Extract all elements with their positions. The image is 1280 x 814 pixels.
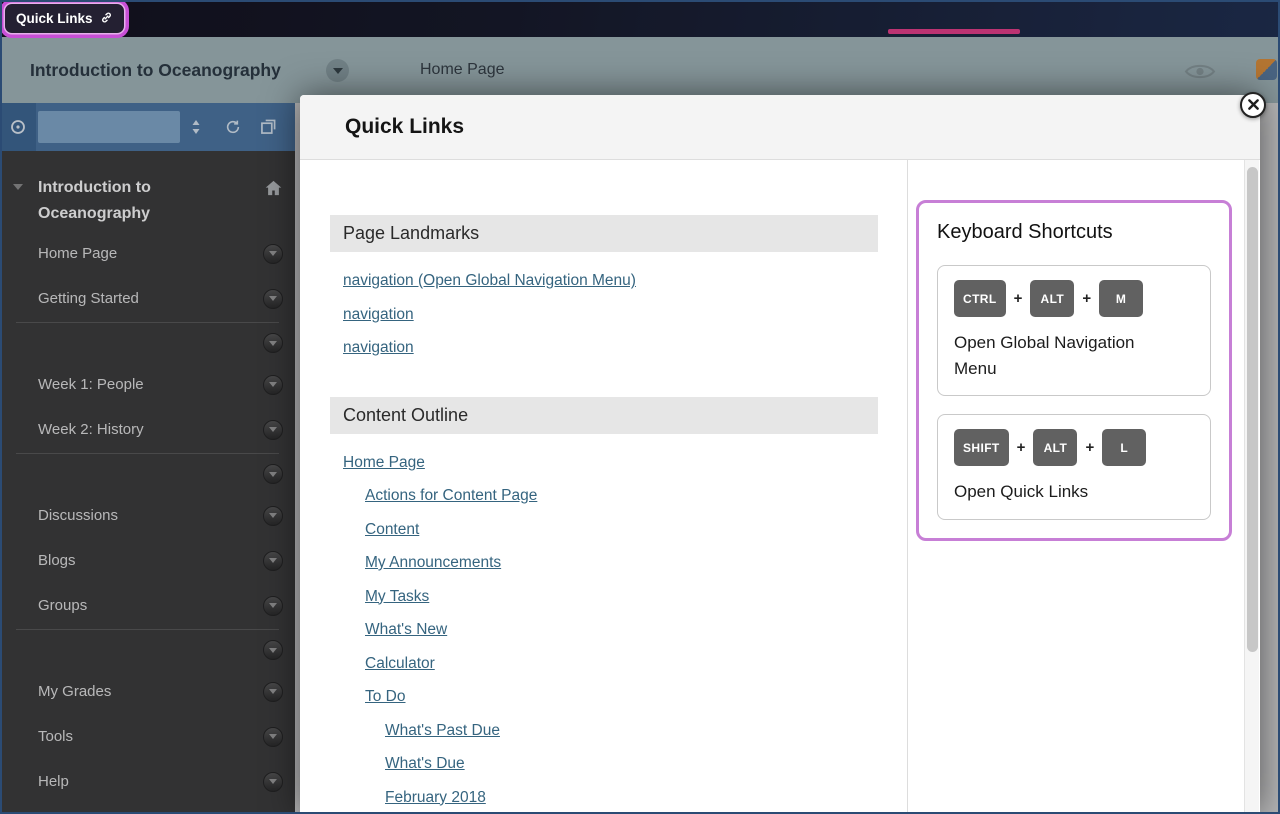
outline-link-actions-for-content-page[interactable]: Actions for Content Page [365,479,537,513]
outline-link-whats-due[interactable]: What's Due [385,747,465,781]
quick-links-content: Page Landmarks navigation (Open Global N… [330,215,878,813]
outline-links: Home Page Actions for Content Page Conte… [330,446,878,814]
landmark-links: navigation (Open Global Navigation Menu)… [330,264,878,365]
plus-separator: + [1085,439,1094,456]
outline-link-my-announcements[interactable]: My Announcements [365,546,501,580]
key-combo: CTRL + ALT + M [954,280,1194,317]
outline-link-home-page[interactable]: Home Page [343,446,425,480]
quick-links-button[interactable]: Quick Links [5,4,124,33]
scrollbar-thumb[interactable] [1247,167,1258,652]
panel-divider [907,160,908,813]
quick-links-dialog: Quick Links Page Landmarks navigation (O… [300,95,1260,814]
outline-link-february-2018[interactable]: February 2018 [385,781,486,814]
shortcuts-column: Keyboard Shortcuts CTRL + ALT + M Open G… [916,200,1232,541]
shortcut-card-global-navigation: CTRL + ALT + M Open Global Navigation Me… [937,265,1211,396]
outline-link-calculator[interactable]: Calculator [365,647,435,681]
plus-separator: + [1014,290,1023,307]
outline-link-content[interactable]: Content [365,513,419,547]
key-alt: ALT [1033,429,1077,466]
key-shift: SHIFT [954,429,1009,466]
keyboard-shortcuts-panel: Keyboard Shortcuts CTRL + ALT + M Open G… [916,200,1232,541]
plus-separator: + [1082,290,1091,307]
quick-links-button-label: Quick Links [16,11,93,26]
key-m: M [1099,280,1143,317]
keyboard-shortcuts-title: Keyboard Shortcuts [937,217,1211,247]
section-header-content-outline: Content Outline [330,397,878,434]
outline-link-my-tasks[interactable]: My Tasks [365,580,429,614]
scrollbar[interactable] [1244,160,1259,813]
outline-link-whats-new[interactable]: What's New [365,613,447,647]
shortcut-description: Open Quick Links [954,479,1169,505]
dialog-body: Page Landmarks navigation (Open Global N… [300,160,1260,813]
outline-link-whats-past-due[interactable]: What's Past Due [385,714,500,748]
plus-separator: + [1017,439,1026,456]
shortcut-description: Open Global Navigation Menu [954,330,1169,381]
key-ctrl: CTRL [954,280,1006,317]
section-header-page-landmarks: Page Landmarks [330,215,878,252]
landmark-link-navigation-2[interactable]: navigation [343,298,414,332]
key-alt: ALT [1030,280,1074,317]
close-button[interactable] [1240,92,1266,118]
dialog-header: Quick Links [300,95,1260,160]
dialog-title: Quick Links [345,115,464,139]
key-combo: SHIFT + ALT + L [954,429,1194,466]
chain-link-icon [100,11,113,27]
close-icon [1248,98,1259,113]
key-l: L [1102,429,1146,466]
landmark-link-navigation-global[interactable]: navigation (Open Global Navigation Menu) [343,264,636,298]
landmark-link-navigation-3[interactable]: navigation [343,331,414,365]
outline-link-to-do[interactable]: To Do [365,680,406,714]
shortcut-card-quick-links: SHIFT + ALT + L Open Quick Links [937,414,1211,520]
